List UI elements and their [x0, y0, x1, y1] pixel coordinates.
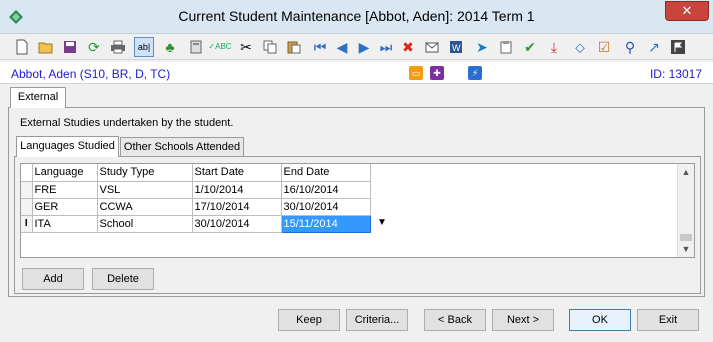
- column-header-start-date[interactable]: Start Date: [192, 164, 282, 182]
- row-indicator: [21, 164, 33, 182]
- student-name: Abbot, Aden (S10, BR, D, TC): [11, 67, 171, 81]
- table-row[interactable]: I ITA School 30/10/2014 15/11/2014: [21, 214, 371, 233]
- cell-start-date[interactable]: 17/10/2014: [192, 198, 282, 216]
- scroll-thumb[interactable]: [680, 234, 692, 241]
- comment-icon[interactable]: ▭: [409, 66, 423, 80]
- cell-language[interactable]: FRE: [32, 181, 98, 199]
- cell-study-type[interactable]: CCWA: [97, 198, 193, 216]
- delete-icon[interactable]: ✖: [398, 37, 418, 57]
- download-icon[interactable]: ⤓: [544, 37, 564, 57]
- arrow-icon[interactable]: ↗: [644, 37, 664, 57]
- flag-icon[interactable]: [668, 37, 688, 57]
- row-indicator[interactable]: [21, 181, 33, 199]
- open-icon[interactable]: [36, 37, 56, 57]
- cell-end-date-editing[interactable]: 15/11/2014: [280, 214, 371, 233]
- column-header-study-type[interactable]: Study Type: [97, 164, 193, 182]
- cut-icon[interactable]: ✂: [236, 37, 256, 57]
- forward-icon[interactable]: ➤: [472, 37, 492, 57]
- student-header: Abbot, Aden (S10, BR, D, TC) ▭ ✚ ⚡ ID: 1…: [0, 62, 713, 84]
- cell-language[interactable]: GER: [32, 198, 98, 216]
- column-header-language[interactable]: Language: [32, 164, 98, 182]
- ok-button[interactable]: OK: [569, 309, 631, 331]
- cell-language[interactable]: ITA: [32, 215, 98, 233]
- languages-grid[interactable]: Language Study Type Start Date End Date …: [20, 163, 695, 258]
- panel-description: External Studies undertaken by the stude…: [20, 117, 234, 129]
- vertical-scrollbar[interactable]: ▲ ▼: [677, 164, 694, 257]
- add-button[interactable]: Add: [22, 268, 84, 290]
- spellcheck-icon[interactable]: ✓ABC: [208, 37, 231, 57]
- toolbar: ⟳ ab| ♣ ✓ABC ✂ ⏮ ◀ ▶ ⏭ ✖ W ➤ ✔ ⤓ ⬦ ☑ ⚲ ↗: [0, 34, 713, 60]
- keep-button[interactable]: Keep: [278, 309, 340, 331]
- tab-external[interactable]: External: [10, 87, 66, 108]
- paste-icon[interactable]: [284, 37, 304, 57]
- tree-icon[interactable]: ♣: [160, 37, 180, 57]
- tab-languages-studied[interactable]: Languages Studied: [16, 136, 119, 157]
- first-record-icon[interactable]: ⏮: [310, 37, 330, 57]
- cell-study-type[interactable]: School: [97, 215, 193, 233]
- title-bar: Current Student Maintenance [Abbot, Aden…: [0, 0, 713, 34]
- current-row-indicator[interactable]: I: [21, 215, 33, 233]
- scroll-up-icon[interactable]: ▲: [678, 164, 694, 180]
- calculator-icon[interactable]: [186, 37, 206, 57]
- lightning-icon[interactable]: ⚡: [468, 66, 482, 80]
- exit-button[interactable]: Exit: [637, 309, 699, 331]
- last-record-icon[interactable]: ⏭: [376, 37, 396, 57]
- criteria-button[interactable]: Criteria...: [346, 309, 408, 331]
- clipboard-icon[interactable]: [496, 37, 516, 57]
- student-id: ID: 13017: [649, 67, 702, 81]
- next-button[interactable]: Next >: [492, 309, 554, 331]
- close-button[interactable]: ✕: [665, 1, 709, 21]
- back-button[interactable]: < Back: [424, 309, 486, 331]
- approve-icon[interactable]: ✔: [520, 37, 540, 57]
- previous-record-icon[interactable]: ◀: [332, 37, 352, 57]
- pin-icon[interactable]: ⚲: [620, 37, 640, 57]
- tab-other-schools-attended[interactable]: Other Schools Attended: [120, 137, 244, 157]
- copy-icon[interactable]: [260, 37, 280, 57]
- refresh-icon[interactable]: ⟳: [84, 37, 104, 57]
- chevron-down-icon[interactable]: ▼: [375, 215, 389, 230]
- save-icon[interactable]: [60, 37, 80, 57]
- cell-end-date[interactable]: 16/10/2014: [281, 181, 371, 199]
- field-icon[interactable]: ab|: [134, 37, 154, 57]
- svg-text:W: W: [452, 43, 461, 53]
- table-row[interactable]: FRE VSL 1/10/2014 16/10/2014: [21, 181, 371, 199]
- print-icon[interactable]: [108, 37, 128, 57]
- email-icon[interactable]: [422, 37, 442, 57]
- word-icon[interactable]: W: [446, 37, 466, 57]
- new-icon[interactable]: [12, 37, 32, 57]
- row-indicator[interactable]: [21, 198, 33, 216]
- tag-icon[interactable]: ⬦: [570, 37, 590, 57]
- cell-end-date[interactable]: 30/10/2014: [281, 198, 371, 216]
- grid-table: Language Study Type Start Date End Date …: [21, 164, 371, 233]
- table-row[interactable]: GER CCWA 17/10/2014 30/10/2014: [21, 198, 371, 216]
- column-header-end-date[interactable]: End Date: [281, 164, 371, 182]
- cell-start-date[interactable]: 1/10/2014: [192, 181, 282, 199]
- window-title: Current Student Maintenance [Abbot, Aden…: [178, 8, 535, 24]
- cell-study-type[interactable]: VSL: [97, 181, 193, 199]
- grid-header-row: Language Study Type Start Date End Date: [21, 164, 371, 182]
- scroll-down-icon[interactable]: ▼: [678, 241, 694, 257]
- checklist-icon[interactable]: ☑: [594, 37, 614, 57]
- cell-start-date[interactable]: 30/10/2014: [192, 215, 282, 233]
- next-record-icon[interactable]: ▶: [354, 37, 374, 57]
- delete-button[interactable]: Delete: [92, 268, 154, 290]
- puzzle-icon[interactable]: ✚: [430, 66, 444, 80]
